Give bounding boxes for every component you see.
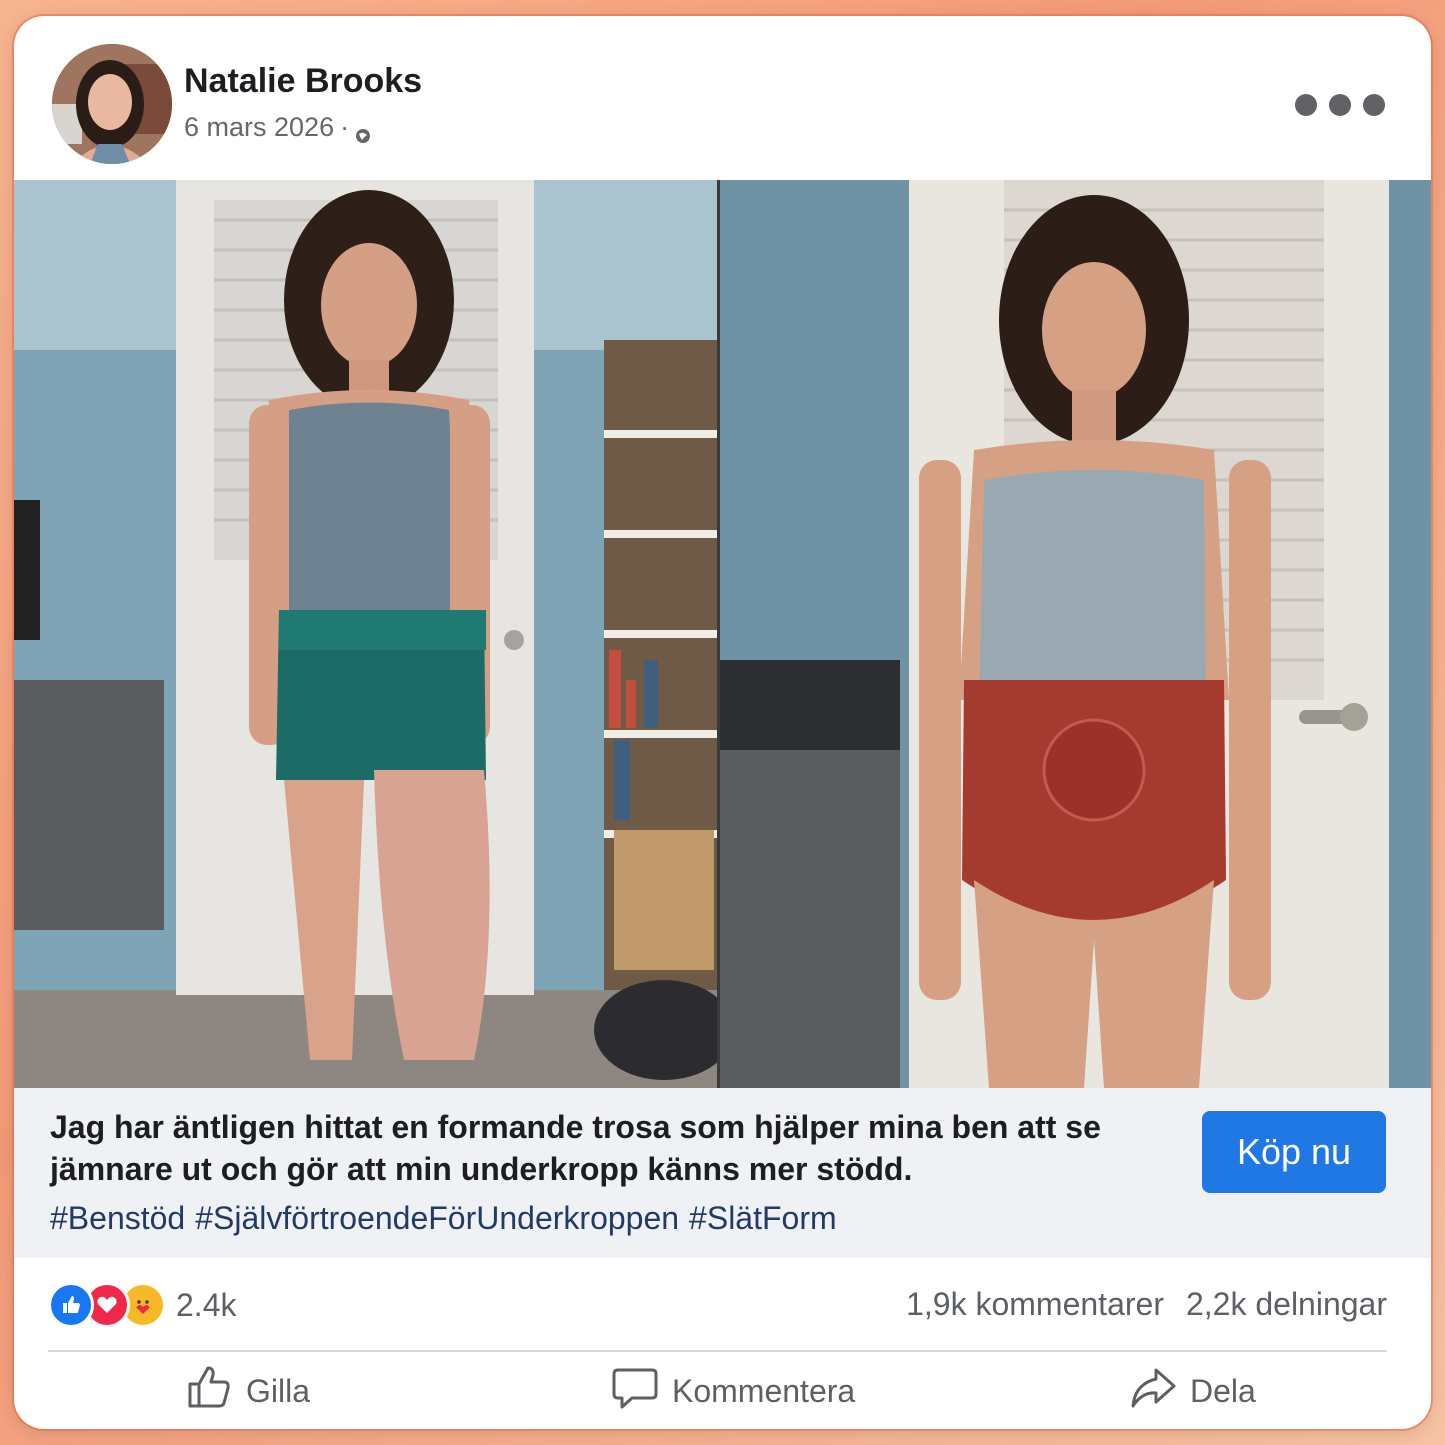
comment-button[interactable]: Kommentera — [610, 1362, 855, 1420]
like-button[interactable]: Gilla — [184, 1362, 310, 1420]
dot — [1363, 94, 1385, 116]
before-after-photo — [14, 180, 1431, 1088]
post-header: Natalie Brooks 6 mars 2026 · — [14, 16, 1431, 180]
post-date[interactable]: 6 mars 2026 — [184, 112, 334, 143]
post-image[interactable] — [14, 180, 1431, 1088]
dot — [1329, 94, 1351, 116]
avatar[interactable] — [52, 44, 172, 164]
reaction-count: 2.4k — [176, 1286, 237, 1323]
comment-label: Kommentera — [672, 1372, 856, 1409]
post-card: Natalie Brooks 6 mars 2026 · Jag har änt… — [14, 16, 1431, 1429]
dot — [1295, 94, 1317, 116]
buy-now-button[interactable]: Köp nu — [1202, 1111, 1386, 1193]
share-icon — [1128, 1362, 1178, 1420]
post-stats: 2.4k 1,9k kommentarer 2,2k delningar — [14, 1258, 1431, 1350]
caption-area: Jag har äntligen hittat en formande tros… — [14, 1088, 1431, 1258]
author-name[interactable]: Natalie Brooks — [184, 62, 422, 101]
comment-count[interactable]: 1,9k kommentarer — [906, 1286, 1164, 1323]
share-label: Dela — [1190, 1372, 1256, 1409]
like-label: Gilla — [246, 1372, 311, 1409]
more-options-icon[interactable] — [1295, 94, 1385, 116]
share-button[interactable]: Dela — [1128, 1362, 1256, 1420]
hashtag-link[interactable]: #Benstöd — [50, 1200, 185, 1237]
like-reaction-icon — [48, 1282, 94, 1328]
engagement-counts: 1,9k kommentarer 2,2k delningar — [906, 1286, 1387, 1323]
hashtag-link[interactable]: #SlätForm — [689, 1200, 837, 1237]
globe-icon — [355, 120, 371, 143]
meta-separator: · — [340, 112, 350, 142]
post-meta: 6 mars 2026 · — [184, 112, 371, 143]
hashtag-link[interactable]: #SjälvförtroendeFörUnderkroppen — [195, 1200, 679, 1237]
hashtag-list: #Benstöd #SjälvförtroendeFörUnderkroppen… — [50, 1200, 837, 1237]
comment-icon — [610, 1362, 660, 1420]
action-bar: Gilla Kommentera Dela — [14, 1354, 1431, 1429]
avatar-image — [52, 44, 172, 164]
reactions-summary[interactable]: 2.4k — [48, 1282, 236, 1328]
thumbs-up-icon — [184, 1362, 234, 1420]
post-caption: Jag har äntligen hittat en formande tros… — [50, 1109, 1101, 1187]
share-count[interactable]: 2,2k delningar — [1186, 1286, 1387, 1323]
divider — [48, 1350, 1387, 1352]
